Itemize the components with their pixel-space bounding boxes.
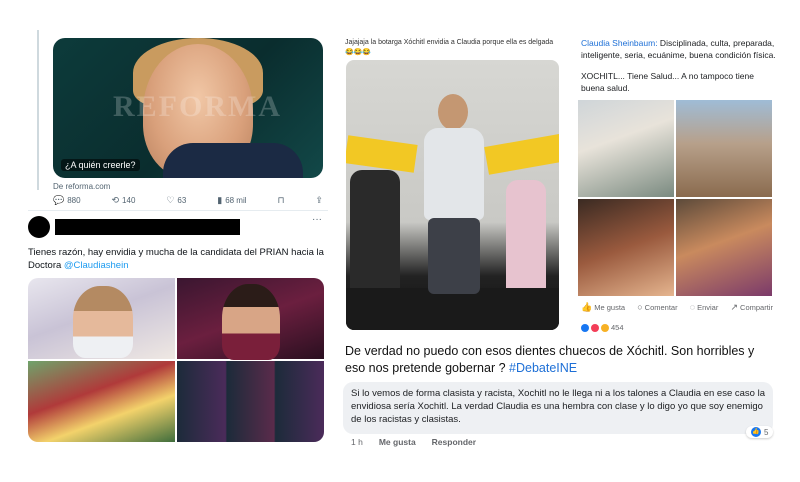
- post-photo-grid: [578, 100, 772, 296]
- thumbs-up-icon: 👍: [581, 302, 593, 312]
- messenger-icon: ◌: [689, 302, 696, 312]
- retweet-button[interactable]: ⟲ 140: [111, 195, 136, 206]
- yellow-ribbon: [484, 133, 559, 175]
- reply-count: 880: [67, 196, 81, 205]
- speaker-body: [424, 128, 484, 220]
- comment-meta: 1 h Me gusta Responder: [351, 437, 476, 447]
- like-button[interactable]: 👍 Me gusta: [581, 302, 626, 313]
- comment-time: 1 h: [351, 437, 363, 447]
- post-reactions[interactable]: 454: [581, 323, 624, 332]
- like-reaction-icon: [581, 323, 589, 332]
- views-icon: ▮: [217, 195, 223, 205]
- thread-line: [37, 30, 39, 190]
- reaction-count: 454: [611, 323, 624, 332]
- retweet-icon: ⟲: [111, 195, 120, 205]
- views-count: 68 mil: [225, 196, 247, 205]
- views-button[interactable]: ▮ 68 mil: [217, 195, 247, 206]
- photo-shirt: [163, 143, 303, 178]
- yellow-ribbon: [346, 135, 418, 173]
- post-actions: 👍 Me gusta ○ Comentar ◌ Enviar ↗ Compartir: [581, 302, 773, 313]
- grid-photo-2[interactable]: [177, 278, 324, 360]
- reply-button[interactable]: 💬 880: [53, 195, 81, 206]
- share-button[interactable]: ↗ Compartir: [730, 302, 773, 313]
- redacted-username: [55, 219, 240, 235]
- share-label: Compartir: [740, 303, 773, 312]
- grid-photo-3[interactable]: [28, 361, 175, 442]
- like-icon: ♡: [166, 195, 175, 205]
- love-reaction-icon: [591, 323, 599, 332]
- grid-photo-airplane[interactable]: [578, 100, 674, 197]
- comment-bubble: Si lo vemos de forma clasista y racista,…: [343, 382, 773, 434]
- stage-photo[interactable]: [346, 60, 559, 330]
- reaction-count: 5: [764, 427, 769, 437]
- retweet-count: 140: [122, 196, 136, 205]
- post-line-2: XOCHITL... Tiene Salud... A no tampoco t…: [581, 71, 754, 93]
- watermark: REFORMA: [113, 90, 282, 123]
- photo-person: [73, 286, 133, 358]
- reply-text: Tienes razón, hay envidia y mucha de la …: [28, 246, 328, 272]
- comment-button[interactable]: ○ Comentar: [637, 302, 678, 313]
- send-button[interactable]: ◌ Enviar: [689, 302, 719, 313]
- card-caption: ¿A quién creerle?: [61, 159, 140, 171]
- post-header-text: Jajajaja la botarga Xóchitl envidia a Cl…: [345, 39, 554, 56]
- avatar[interactable]: [28, 216, 50, 238]
- send-label: Enviar: [697, 303, 719, 312]
- comment-label: Comentar: [644, 303, 678, 312]
- hashtag-link[interactable]: #DebateINE: [509, 361, 577, 375]
- speaker-head: [438, 94, 468, 130]
- grid-photo-mountain[interactable]: [676, 100, 772, 197]
- post-quote: De verdad no puedo con esos dientes chue…: [345, 343, 770, 377]
- speaker-figure: [418, 94, 490, 304]
- comment-like-button[interactable]: Me gusta: [379, 437, 416, 447]
- grid-photo-crowd[interactable]: [676, 199, 772, 296]
- news-card-image[interactable]: REFORMA ¿A quién creerle?: [53, 38, 323, 178]
- share-icon: ⇪: [315, 195, 323, 205]
- grid-photo-eating[interactable]: [578, 199, 674, 296]
- photographer-figure: [350, 170, 400, 290]
- like-label: Me gusta: [594, 303, 626, 312]
- comment-icon: ○: [637, 302, 643, 312]
- mention-link[interactable]: @Claudiashein: [64, 260, 129, 271]
- comment-reply-button[interactable]: Responder: [432, 437, 476, 447]
- thumbs-up-icon: 👍: [751, 427, 761, 437]
- post-text: Claudia Sheinbaum: Disciplinada, culta, …: [581, 38, 776, 94]
- more-options-icon[interactable]: ···: [312, 214, 322, 225]
- reply-icon: 💬: [53, 195, 65, 205]
- card-source[interactable]: De reforma.com: [53, 182, 110, 191]
- bookmark-button[interactable]: ⊓: [277, 196, 284, 205]
- haha-reaction-icon: [601, 323, 609, 332]
- bystander-figure: [506, 180, 546, 290]
- grid-photo-4[interactable]: [177, 361, 324, 442]
- comment-reactions[interactable]: 👍 5: [746, 426, 774, 438]
- like-button[interactable]: ♡ 63: [166, 195, 187, 206]
- share-icon: ↗: [730, 302, 739, 312]
- bookmark-icon: ⊓: [277, 195, 285, 205]
- tweet-actions: 💬 880 ⟲ 140 ♡ 63 ▮ 68 mil ⊓ ⇪: [53, 195, 323, 206]
- divider: [28, 210, 328, 211]
- speaker-legs: [428, 218, 480, 294]
- like-count: 63: [177, 196, 187, 205]
- photo-grid: [28, 278, 324, 442]
- photo-person: [222, 284, 280, 360]
- post-name-mention[interactable]: Claudia Sheinbaum:: [581, 38, 658, 48]
- grid-photo-1[interactable]: [28, 278, 175, 359]
- share-button[interactable]: ⇪: [315, 196, 323, 205]
